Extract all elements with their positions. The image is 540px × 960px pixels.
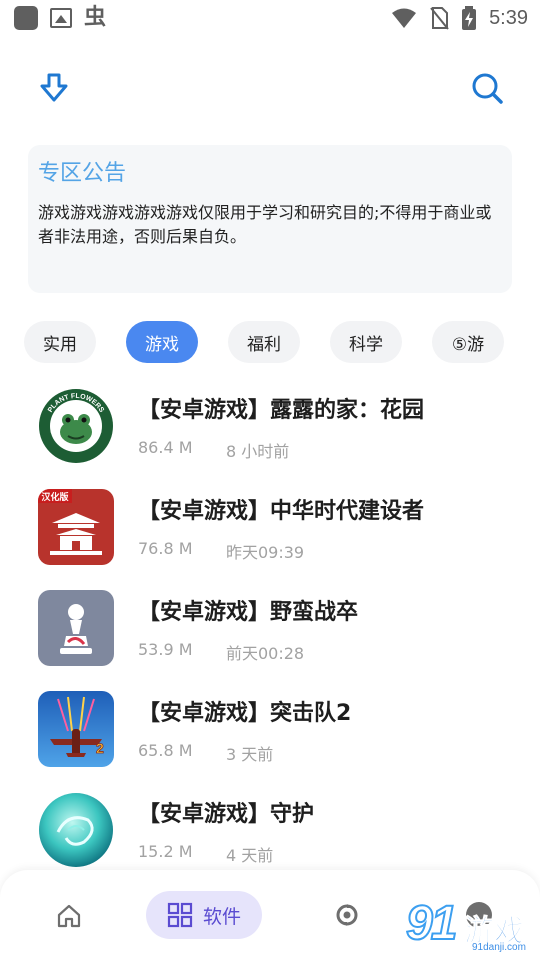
- fighter-plane-icon-number: 2: [96, 740, 104, 756]
- palace-icon-badge: 汉化版: [41, 491, 68, 503]
- app-list-item[interactable]: 【安卓游戏】野蛮战卒 53.9 M 前天00:28: [38, 590, 518, 670]
- app-size: 65.8 M: [138, 741, 193, 760]
- category-tab-practical[interactable]: 实用: [24, 321, 96, 363]
- gallery-icon: [50, 8, 72, 28]
- announcement-title: 专区公告: [38, 161, 127, 186]
- nav-discover-button[interactable]: [334, 902, 360, 928]
- teal-orb-icon: [38, 792, 114, 868]
- app-time: 3 天前: [226, 745, 274, 764]
- app-time: 前天00:28: [226, 644, 305, 663]
- home-icon: [57, 904, 81, 928]
- fighter-plane-icon: 2: [38, 691, 114, 767]
- announcement-card: 专区公告 游戏游戏游戏游戏游戏仅限用于学习和研究目的;不得用于商业或者非法用途，…: [28, 145, 512, 293]
- chess-pawn-icon: [38, 590, 114, 666]
- status-left-icons: 虫: [14, 6, 106, 30]
- app-name: 【安卓游戏】露露的家：花园: [138, 398, 425, 423]
- status-bar: 虫 5:39: [0, 0, 540, 36]
- app-square-icon: [14, 6, 38, 30]
- site-watermark: 91 游戏 91danji.com: [405, 896, 540, 958]
- watermark-url: 91danji.com: [472, 942, 526, 953]
- search-button[interactable]: [470, 71, 504, 105]
- app-list-item[interactable]: 2 【安卓游戏】突击队2 65.8 M 3 天前: [38, 691, 518, 771]
- app-size: 53.9 M: [138, 640, 193, 659]
- bug-icon: 虫: [84, 5, 107, 30]
- app-name: 【安卓游戏】中华时代建设者: [138, 499, 425, 524]
- nav-home-button[interactable]: [56, 903, 82, 929]
- app-name: 【安卓游戏】突击队2: [138, 701, 352, 726]
- category-tabs: 实用 游戏 福利 科学 ⑤游: [24, 321, 524, 365]
- download-button[interactable]: [38, 72, 70, 104]
- category-tab-five-games[interactable]: ⑤游: [432, 321, 504, 363]
- plant-flowers-icon: PLANT FLOWERS LOVE THE GREEN HOUSE: [38, 388, 114, 464]
- app-list-item[interactable]: PLANT FLOWERS LOVE THE GREEN HOUSE 【安卓游戏…: [38, 388, 518, 468]
- app-name: 【安卓游戏】守护: [138, 802, 315, 827]
- discover-icon: [336, 904, 358, 926]
- app-size: 76.8 M: [138, 539, 193, 558]
- watermark-number: 91: [405, 896, 458, 951]
- app-name: 【安卓游戏】野蛮战卒: [138, 600, 359, 625]
- status-right-icons: 5:39: [391, 6, 528, 30]
- category-tab-science[interactable]: 科学: [330, 321, 402, 363]
- status-time: 5:39: [489, 6, 528, 29]
- palace-icon: 汉化版: [38, 489, 114, 565]
- app-size: 86.4 M: [138, 438, 193, 457]
- search-icon: [472, 73, 503, 104]
- app-time: 8 小时前: [226, 442, 290, 461]
- app-list-item[interactable]: 【安卓游戏】守护 15.2 M 4 天前: [38, 792, 518, 872]
- app-size: 15.2 M: [138, 842, 193, 861]
- announcement-body: 游戏游戏游戏游戏游戏仅限用于学习和研究目的;不得用于商业或者非法用途，否则后果自…: [38, 203, 492, 246]
- category-tab-games[interactable]: 游戏: [126, 321, 198, 363]
- no-sim-icon: [430, 7, 449, 30]
- app-list-item[interactable]: 汉化版 【安卓游戏】中华时代建设者 76.8 M 昨天09:39: [38, 489, 518, 569]
- category-tab-welfare[interactable]: 福利: [228, 321, 300, 363]
- grid-icon: [167, 902, 193, 928]
- wifi-icon: [392, 8, 417, 28]
- app-time: 昨天09:39: [226, 543, 305, 562]
- nav-software-label: 软件: [202, 905, 241, 928]
- battery-charging-icon: [462, 6, 477, 30]
- app-time: 4 天前: [226, 846, 274, 865]
- nav-software-button[interactable]: 软件: [146, 891, 262, 939]
- download-icon: [40, 73, 68, 102]
